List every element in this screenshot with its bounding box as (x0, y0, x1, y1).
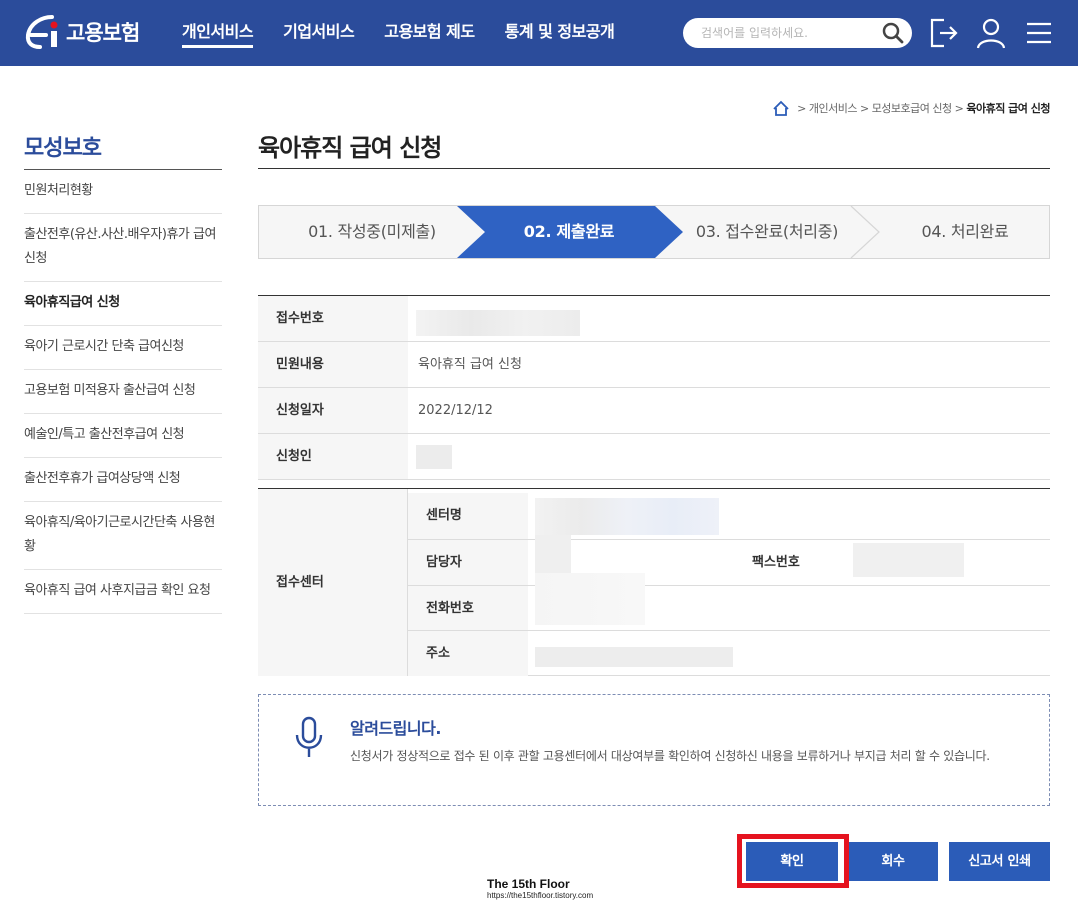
watermark-title: The 15th Floor (487, 877, 570, 891)
nav-business-service[interactable]: 기업서비스 (283, 0, 355, 66)
applicant-label: 신청인 (258, 434, 408, 479)
print-form-button[interactable]: 신고서 인쇄 (949, 842, 1050, 881)
logo-text: 고용보험 (66, 21, 140, 45)
nav-insurance-system[interactable]: 고용보험 제도 (384, 0, 475, 66)
applicant-value (408, 434, 1050, 479)
search-input[interactable] (701, 18, 871, 48)
breadcrumb-current: 육아휴직 급여 신청 (966, 102, 1050, 115)
redacted-block (535, 647, 733, 667)
step-2-active: 02. 제출완료 (523, 222, 615, 241)
notice-box: 알려드립니다. 신청서가 정상적으로 접수 된 이후 관할 고용센터에서 대상여… (258, 694, 1050, 806)
content-value: 육아휴직 급여 신청 (418, 357, 522, 372)
redacted-block (535, 498, 719, 535)
date-value: 2022/12/12 (418, 403, 493, 418)
withdraw-button[interactable]: 회수 (848, 842, 938, 881)
watermark-url: https://the15thfloor.tistory.com (487, 891, 594, 900)
title-divider (258, 168, 1050, 169)
logout-icon[interactable] (928, 16, 960, 50)
redacted-block (416, 445, 452, 469)
microphone-icon (295, 716, 323, 757)
progress-steps: 01. 작성중(미제출) 02. 제출완료 03. 접수완료(처리중) 04. … (258, 205, 1050, 259)
notice-text: 신청서가 정상적으로 접수 된 이후 관할 고용센터에서 대상여부를 확인하여 … (350, 749, 990, 763)
breadcrumb-separator: > (859, 101, 869, 115)
receipt-number-value (408, 296, 1050, 341)
redacted-block (416, 310, 580, 336)
sidebar: 모성보호 민원처리현황 출산전후(유산.사산.배우자)휴가 급여신청 육아휴직급… (24, 130, 222, 614)
manager-label: 담당자 (408, 540, 528, 586)
breadcrumb-separator: > (797, 101, 806, 115)
table-row: 민원내용 육아휴직 급여 신청 (258, 342, 1050, 388)
main-nav: 개인서비스 기업서비스 고용보험 제도 통계 및 정보공개 (182, 0, 644, 66)
page-title: 육아휴직 급여 신청 (258, 134, 442, 162)
step-4: 04. 처리완료 (921, 222, 1009, 241)
search-box (683, 18, 912, 48)
highlight-box (737, 834, 849, 888)
breadcrumb-separator: > (954, 101, 964, 115)
nav-statistics[interactable]: 통계 및 정보공개 (505, 0, 615, 66)
breadcrumb: > 개인서비스 > 모성보호급여 신청 > 육아휴직 급여 신청 (772, 99, 1050, 117)
date-label: 신청일자 (258, 388, 408, 433)
phone-label: 전화번호 (408, 586, 528, 632)
center-name-label: 센터명 (408, 493, 528, 539)
logo[interactable]: 고용보험 (22, 12, 140, 52)
redacted-block (535, 535, 571, 573)
sidebar-title: 모성보호 (24, 130, 222, 170)
notice-title: 알려드립니다. (350, 719, 441, 738)
content-label: 민원내용 (258, 342, 408, 387)
step-3: 03. 접수완료(처리중) (695, 222, 839, 241)
sidebar-item-uninsured-birth[interactable]: 고용보험 미적용자 출산급여 신청 (24, 370, 222, 414)
center-label: 접수센터 (258, 489, 408, 676)
breadcrumb-item[interactable]: 모성보호급여 신청 (872, 100, 952, 116)
home-icon[interactable] (772, 100, 790, 117)
redacted-block (535, 573, 645, 625)
redacted-block (853, 543, 964, 577)
sidebar-item-usage-status[interactable]: 육아휴직/육아기근로시간단축 사용현황 (24, 502, 222, 570)
user-icon[interactable] (975, 16, 1007, 50)
table-row: 신청일자 2022/12/12 (258, 388, 1050, 434)
sidebar-item-maternity-leave[interactable]: 출산전후(유산.사산.배우자)휴가 급여신청 (24, 214, 222, 282)
search-icon[interactable] (882, 22, 904, 44)
menu-icon[interactable] (1023, 16, 1055, 50)
receipt-number-label: 접수번호 (258, 296, 408, 341)
address-label: 주소 (408, 631, 528, 676)
step-1: 01. 작성중(미제출) (308, 222, 436, 241)
sidebar-item-parental-leave[interactable]: 육아휴직급여 신청 (24, 282, 222, 326)
sidebar-item-equivalent-pay[interactable]: 출산전후휴가 급여상당액 신청 (24, 458, 222, 502)
table-row: 신청인 (258, 434, 1050, 480)
sidebar-item-artist-birth[interactable]: 예술인/특고 출산전후급여 신청 (24, 414, 222, 458)
table-row: 접수번호 (258, 296, 1050, 342)
sidebar-item-status[interactable]: 민원처리현황 (24, 170, 222, 214)
application-info-table: 접수번호 민원내용 육아휴직 급여 신청 신청일자 2022/12/12 신청인 (258, 295, 1050, 480)
center-info-table: 접수센터 센터명 담당자 팩스번호 전화번호 주소 (258, 488, 1050, 676)
breadcrumb-item[interactable]: 개인서비스 (809, 100, 858, 116)
fax-label: 팩스번호 (752, 555, 800, 570)
top-header: 고용보험 개인서비스 기업서비스 고용보험 제도 통계 및 정보공개 (0, 0, 1078, 66)
nav-personal-service[interactable]: 개인서비스 (182, 0, 254, 66)
logo-icon (25, 15, 58, 49)
sidebar-item-deferred-payment[interactable]: 육아휴직 급여 사후지급금 확인 요청 (24, 570, 222, 614)
sidebar-item-reduced-hours[interactable]: 육아기 근로시간 단축 급여신청 (24, 326, 222, 370)
